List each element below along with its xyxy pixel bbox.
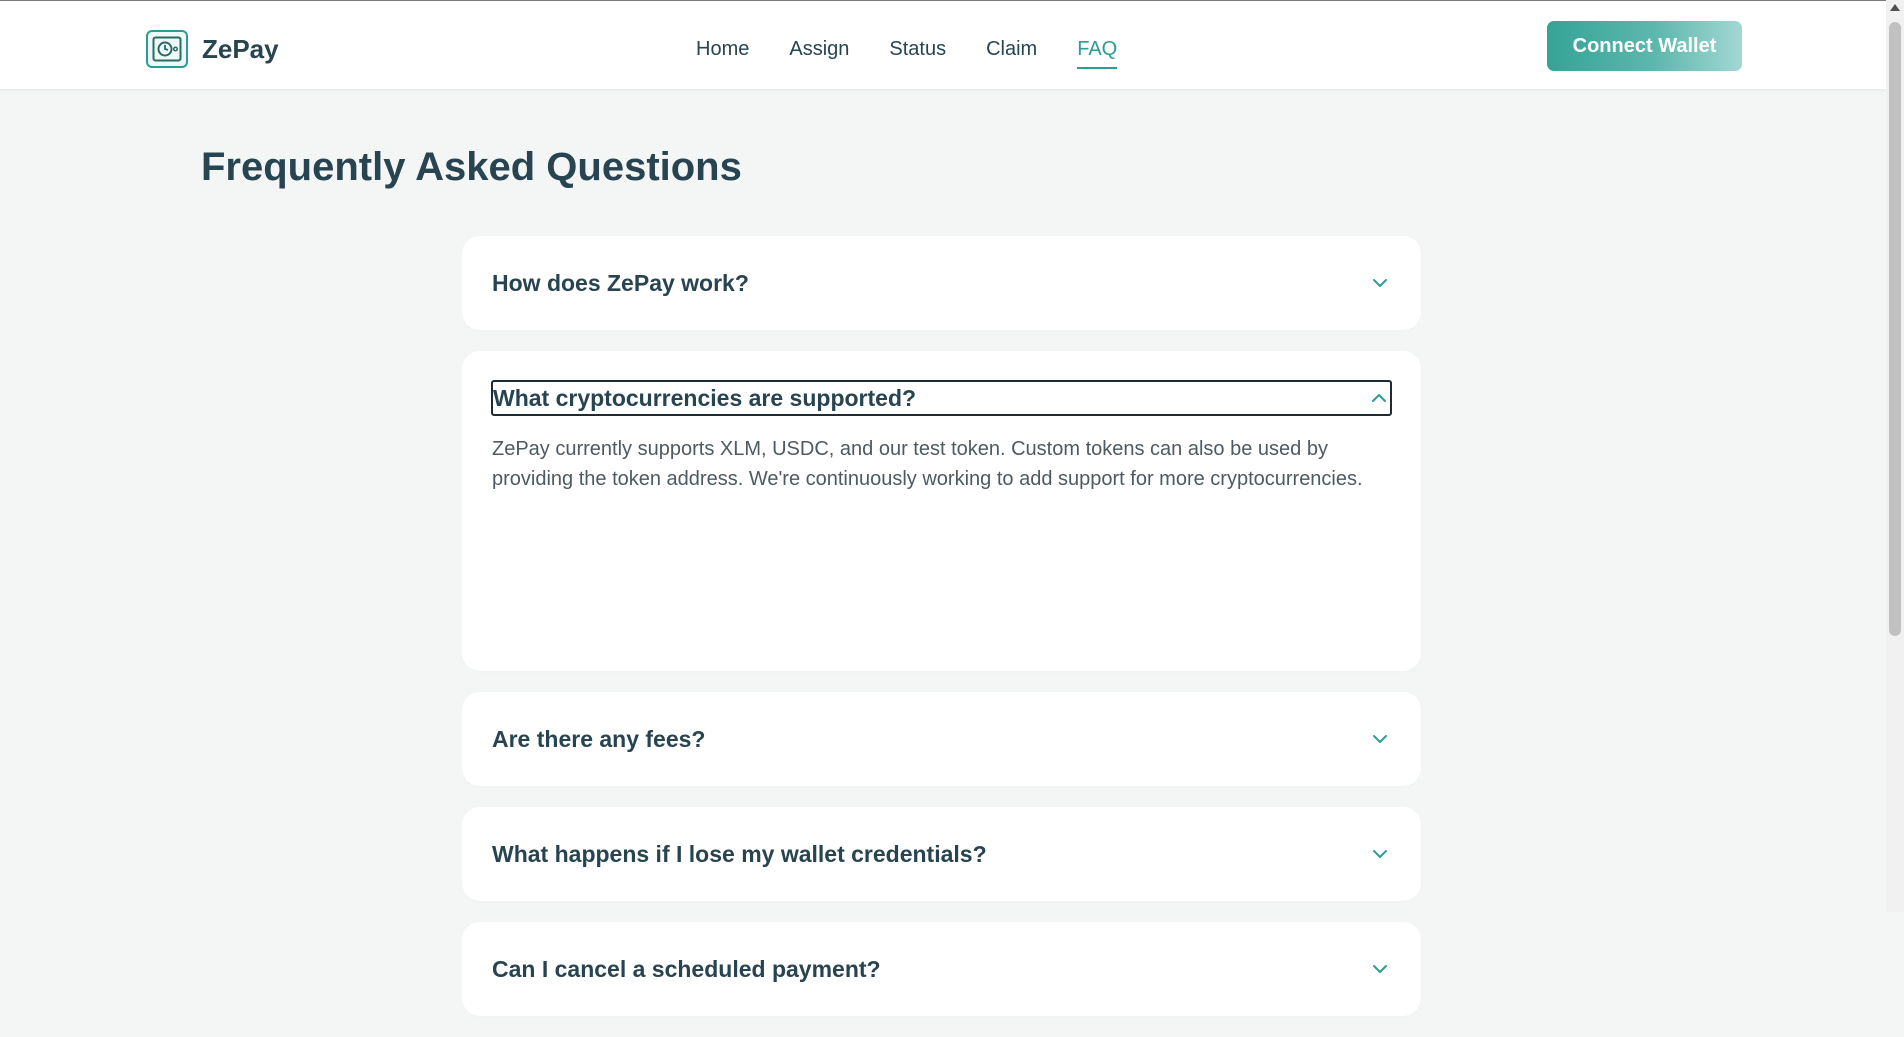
chevron-down-icon: [1373, 735, 1387, 743]
brand-name: ZePay: [202, 33, 279, 64]
site-header: ZePay Home Assign Status Claim FAQ Conne…: [0, 1, 1886, 90]
nav-faq[interactable]: FAQ: [1077, 32, 1118, 69]
faq-list: How does ZePay work? What cryptocurrenci…: [462, 236, 1421, 1037]
faq-question: Are there any fees?: [492, 725, 706, 752]
page-title: Frequently Asked Questions: [201, 145, 742, 189]
faq-answer: ZePay currently supports XLM, USDC, and …: [492, 438, 1363, 490]
faq-question: What happens if I lose my wallet credent…: [492, 840, 987, 867]
main-nav: Home Assign Status Claim FAQ: [696, 29, 1157, 69]
faq-item: Can I cancel a scheduled payment?: [462, 922, 1421, 1016]
chevron-up-icon: [1372, 394, 1386, 402]
nav-home[interactable]: Home: [696, 32, 749, 67]
faq-item: Are there any fees?: [462, 692, 1421, 786]
wallet-safe-icon: [146, 30, 188, 68]
faq-question: How does ZePay work?: [492, 269, 749, 296]
faq-item: How does ZePay work?: [462, 236, 1421, 330]
nav-claim[interactable]: Claim: [986, 32, 1037, 67]
faq-question-toggle[interactable]: What cryptocurrencies are supported?: [462, 351, 1421, 416]
faq-item: What happens if I lose my wallet credent…: [462, 807, 1421, 901]
vertical-scrollbar[interactable]: [1886, 0, 1904, 912]
nav-status[interactable]: Status: [889, 32, 946, 67]
faq-question-toggle[interactable]: Can I cancel a scheduled payment?: [462, 922, 1421, 1016]
faq-question: Can I cancel a scheduled payment?: [492, 955, 881, 982]
chevron-down-icon: [1373, 965, 1387, 973]
faq-question: What cryptocurrencies are supported?: [493, 384, 917, 411]
scroll-up-arrow-icon[interactable]: [1890, 4, 1900, 11]
focus-outline: What cryptocurrencies are supported?: [491, 380, 1392, 416]
faq-question-toggle[interactable]: What happens if I lose my wallet credent…: [462, 807, 1421, 901]
chevron-down-icon: [1373, 279, 1387, 287]
faq-question-toggle[interactable]: How does ZePay work?: [462, 236, 1421, 330]
connect-wallet-button[interactable]: Connect Wallet: [1547, 21, 1742, 71]
chevron-down-icon: [1373, 850, 1387, 858]
scrollbar-thumb[interactable]: [1889, 22, 1901, 636]
faq-question-toggle[interactable]: Are there any fees?: [462, 692, 1421, 786]
faq-item-expanded: What cryptocurrencies are supported? ZeP…: [462, 351, 1421, 671]
brand[interactable]: ZePay: [146, 30, 279, 68]
nav-assign[interactable]: Assign: [789, 32, 849, 67]
